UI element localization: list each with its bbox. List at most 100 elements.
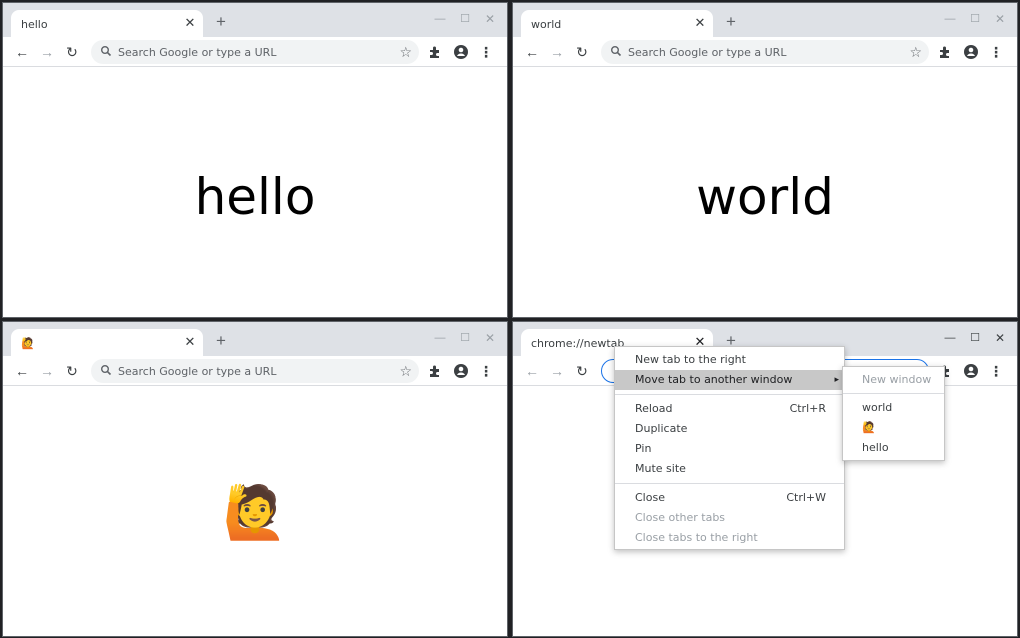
new-tab-button[interactable]: + — [213, 13, 229, 30]
tab-close-icon[interactable]: ✕ — [693, 16, 707, 30]
search-icon — [611, 46, 622, 57]
menu-item-label: Close — [635, 491, 665, 504]
menu-item-label: New tab to the right — [635, 353, 746, 366]
menu-item-label: world — [862, 401, 893, 414]
move-tab-submenu: New window world 🙋 hello — [842, 366, 945, 461]
kebab-menu-icon[interactable]: ⋮ — [477, 362, 495, 380]
tab-title: chrome://newtab — [531, 337, 625, 350]
menu-item-label: Duplicate — [635, 422, 688, 435]
menu-shortcut: Ctrl+R — [789, 402, 826, 415]
menu-item-label: Pin — [635, 442, 652, 455]
submenu-arrow-icon: ▸ — [834, 375, 839, 385]
menu-separator — [843, 393, 944, 394]
back-button[interactable]: ← — [12, 42, 32, 62]
maximize-button[interactable]: ☐ — [968, 331, 982, 345]
toolbar: ← → ↻ Search Google or type a URL ☆ ⋮ — [3, 356, 507, 386]
browser-window-world: world ✕ + — ☐ ✕ ← → ↻ Search Google or t… — [512, 2, 1018, 318]
menu-item-move-tab[interactable]: Move tab to another window ▸ — [615, 370, 844, 390]
tab-world[interactable]: world ✕ — [521, 10, 713, 37]
page-content: hello — [3, 68, 507, 317]
menu-item-label: Close tabs to the right — [635, 531, 758, 544]
kebab-menu-icon[interactable]: ⋮ — [477, 43, 495, 61]
bookmark-star-icon[interactable]: ☆ — [399, 43, 412, 61]
menu-item-label: 🙋 — [862, 421, 876, 434]
menu-item-reload[interactable]: Reload Ctrl+R — [615, 399, 844, 419]
kebab-menu-icon[interactable]: ⋮ — [987, 362, 1005, 380]
forward-button[interactable]: → — [547, 42, 567, 62]
reload-button[interactable]: ↻ — [62, 42, 82, 62]
menu-item-close[interactable]: Close Ctrl+W — [615, 488, 844, 508]
omnibox[interactable]: Search Google or type a URL ☆ — [601, 40, 929, 64]
menu-item-label: Move tab to another window — [635, 373, 793, 386]
page-emoji: 🙋 — [222, 484, 288, 542]
bookmark-star-icon[interactable]: ☆ — [399, 362, 412, 380]
maximize-button[interactable]: ☐ — [458, 331, 472, 345]
new-tab-button[interactable]: + — [213, 332, 229, 349]
tab-emoji[interactable]: 🙋 ✕ — [11, 329, 203, 356]
profile-avatar-icon[interactable] — [962, 43, 980, 61]
window-close-button[interactable]: ✕ — [993, 331, 1007, 345]
menu-item-pin[interactable]: Pin — [615, 439, 844, 459]
extensions-puzzle-icon[interactable] — [936, 43, 954, 61]
forward-button[interactable]: → — [37, 361, 57, 381]
page-heading: world — [696, 168, 834, 226]
window-close-button[interactable]: ✕ — [993, 12, 1007, 26]
tab-strip: world ✕ + — ☐ ✕ — [513, 3, 1017, 37]
maximize-button[interactable]: ☐ — [458, 12, 472, 26]
menu-separator — [615, 483, 844, 484]
back-button[interactable]: ← — [12, 361, 32, 381]
menu-item-label: hello — [862, 441, 889, 454]
forward-button[interactable]: → — [547, 361, 567, 381]
window-close-button[interactable]: ✕ — [483, 12, 497, 26]
back-button[interactable]: ← — [522, 361, 542, 381]
menu-item-label: Mute site — [635, 462, 686, 475]
reload-button[interactable]: ↻ — [62, 361, 82, 381]
page-heading: hello — [194, 168, 316, 226]
tab-title: world — [531, 18, 562, 31]
tab-strip: hello ✕ + — ☐ ✕ — [3, 3, 507, 37]
profile-avatar-icon[interactable] — [962, 362, 980, 380]
menu-item-duplicate[interactable]: Duplicate — [615, 419, 844, 439]
submenu-item-window-hello[interactable]: hello — [843, 438, 944, 458]
tab-context-menu: New tab to the right Move tab to another… — [614, 346, 845, 550]
profile-avatar-icon[interactable] — [452, 43, 470, 61]
submenu-item-window-world[interactable]: world — [843, 398, 944, 418]
forward-button[interactable]: → — [37, 42, 57, 62]
reload-button[interactable]: ↻ — [572, 361, 592, 381]
menu-item-close-other-tabs: Close other tabs — [615, 508, 844, 528]
profile-avatar-icon[interactable] — [452, 362, 470, 380]
page-content: world — [513, 68, 1017, 317]
omnibox-placeholder: Search Google or type a URL — [118, 365, 277, 378]
submenu-item-window-emoji[interactable]: 🙋 — [843, 418, 944, 438]
menu-item-label: Reload — [635, 402, 673, 415]
tab-close-icon[interactable]: ✕ — [183, 16, 197, 30]
browser-window-emoji: 🙋 ✕ + — ☐ ✕ ← → ↻ Search Google or type … — [2, 321, 508, 637]
extensions-puzzle-icon[interactable] — [426, 43, 444, 61]
window-close-button[interactable]: ✕ — [483, 331, 497, 345]
submenu-item-new-window[interactable]: New window — [843, 370, 944, 390]
menu-item-mute-site[interactable]: Mute site — [615, 459, 844, 479]
page-content: 🙋 — [3, 387, 507, 636]
minimize-button[interactable]: — — [943, 12, 957, 26]
toolbar: ← → ↻ Search Google or type a URL ☆ ⋮ — [513, 37, 1017, 67]
back-button[interactable]: ← — [522, 42, 542, 62]
kebab-menu-icon[interactable]: ⋮ — [987, 43, 1005, 61]
minimize-button[interactable]: — — [943, 331, 957, 345]
menu-item-label: New window — [862, 373, 932, 386]
omnibox-placeholder: Search Google or type a URL — [628, 46, 787, 59]
tab-close-icon[interactable]: ✕ — [183, 335, 197, 349]
maximize-button[interactable]: ☐ — [968, 12, 982, 26]
new-tab-button[interactable]: + — [723, 13, 739, 30]
menu-item-new-tab-right[interactable]: New tab to the right — [615, 350, 844, 370]
search-icon — [101, 46, 112, 57]
omnibox[interactable]: Search Google or type a URL ☆ — [91, 359, 419, 383]
menu-shortcut: Ctrl+W — [786, 491, 826, 504]
tab-hello[interactable]: hello ✕ — [11, 10, 203, 37]
minimize-button[interactable]: — — [433, 331, 447, 345]
minimize-button[interactable]: — — [433, 12, 447, 26]
bookmark-star-icon[interactable]: ☆ — [909, 43, 922, 61]
omnibox[interactable]: Search Google or type a URL ☆ — [91, 40, 419, 64]
menu-item-close-tabs-right: Close tabs to the right — [615, 528, 844, 548]
extensions-puzzle-icon[interactable] — [426, 362, 444, 380]
reload-button[interactable]: ↻ — [572, 42, 592, 62]
